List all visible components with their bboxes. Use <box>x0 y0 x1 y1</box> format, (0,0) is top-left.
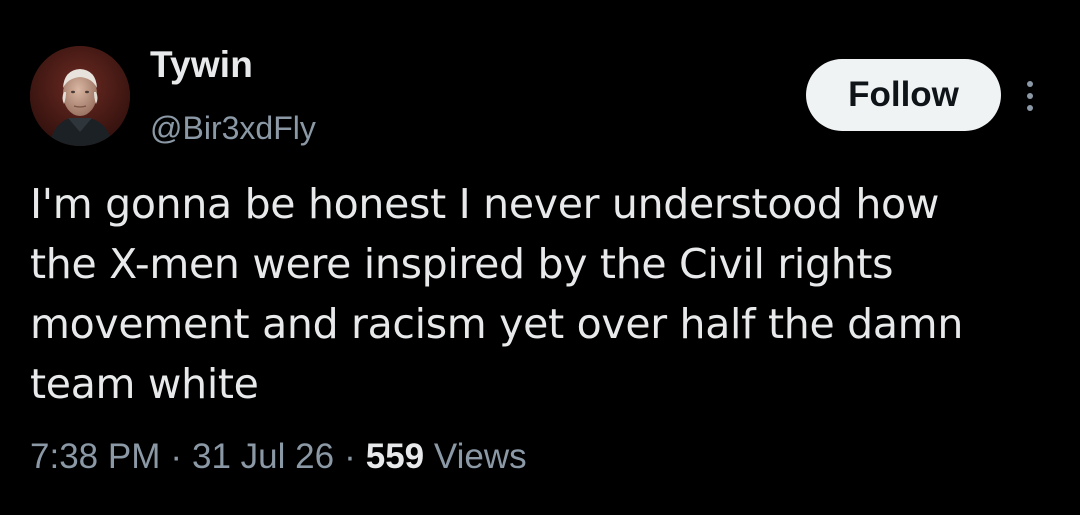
author-avatar[interactable] <box>30 46 130 146</box>
tweet-card: Tywin @Bir3xdFly Follow I'm gonna be hon… <box>0 0 1080 515</box>
views-label: Views <box>433 437 527 476</box>
meta-separator: · <box>344 437 356 476</box>
tweet-text: I'm gonna be honest I never understood h… <box>30 180 964 408</box>
follow-button[interactable]: Follow <box>806 59 1001 131</box>
tweet-metadata: 7:38 PM · 31 Jul 26 · 559 Views <box>30 437 527 477</box>
tweet-date[interactable]: 31 Jul 26 <box>192 437 334 476</box>
author-handle[interactable]: @Bir3xdFly <box>150 110 316 147</box>
author-display-name[interactable]: Tywin <box>150 44 253 86</box>
views-count[interactable]: 559 <box>366 437 424 476</box>
more-options-icon[interactable] <box>1015 74 1045 118</box>
avatar-photo-icon <box>30 46 130 146</box>
tweet-time[interactable]: 7:38 PM <box>30 437 160 476</box>
meta-separator: · <box>170 437 183 476</box>
